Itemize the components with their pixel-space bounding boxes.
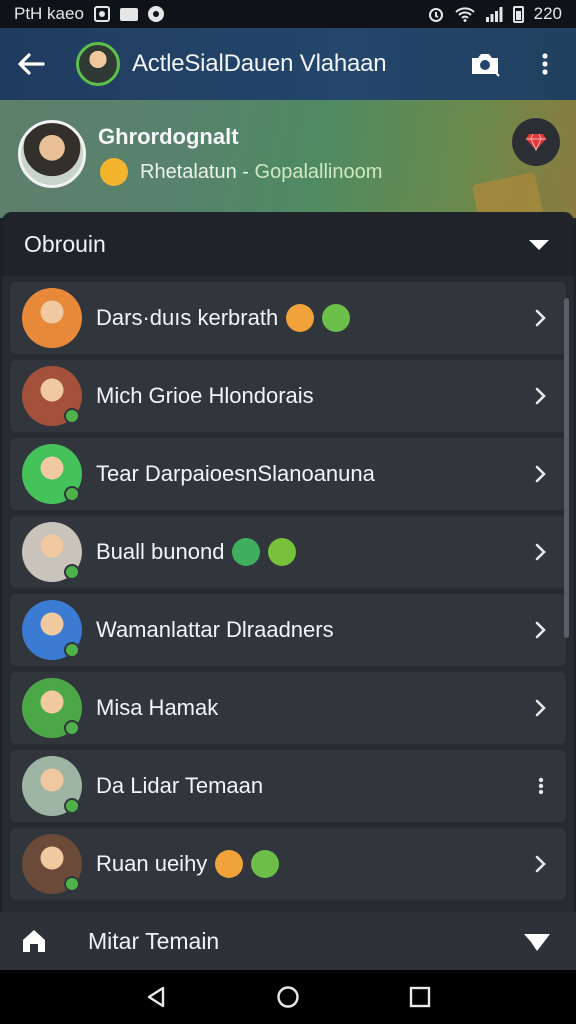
notification-dot-icon [147, 6, 164, 22]
scrollbar[interactable] [564, 298, 569, 638]
more-vert-icon [542, 53, 548, 75]
contact-row[interactable]: Wamanlattar Dlraadners [10, 594, 566, 666]
battery-icon [512, 5, 524, 23]
screenshot-icon [93, 6, 110, 22]
contact-row[interactable]: Buall bunond [10, 516, 566, 588]
profile-banner: Ghrordognalt Rhetalatun - Gopalallinoom [0, 100, 576, 218]
ruby-icon [526, 133, 546, 151]
emoji-icon [322, 304, 351, 332]
system-nav-bar [0, 970, 576, 1024]
contact-row[interactable]: Dars·duıs kerbrath [10, 282, 566, 354]
nav-back-icon[interactable] [145, 986, 167, 1008]
camera-button[interactable] [468, 47, 502, 81]
profile-subtitle-main: Rhetalatun [140, 161, 237, 183]
caret-down-icon [529, 240, 549, 250]
emoji-icon [215, 850, 244, 878]
more-options-button[interactable] [528, 47, 562, 81]
verified-check-icon [64, 408, 80, 424]
screen: PtH kaeo 220 ActleSialDauen Vlahaan Ghro… [0, 0, 576, 1024]
status-time: 220 [533, 4, 562, 23]
status-bar: PtH kaeo 220 [0, 0, 576, 28]
verified-check-icon [64, 876, 80, 892]
chevron-right-icon[interactable] [534, 308, 548, 328]
section-header[interactable]: Obrouin [2, 212, 574, 276]
app-bar: ActleSialDauen Vlahaan [0, 28, 576, 100]
signal-icon [485, 7, 503, 22]
back-button[interactable] [14, 47, 48, 81]
contact-avatar [22, 678, 82, 738]
back-arrow-icon [18, 53, 45, 75]
chevron-right-icon[interactable] [534, 854, 548, 874]
status-right: 220 [427, 4, 562, 24]
section-title: Obrouin [24, 230, 106, 257]
profile-subtitle: Rhetalatun - Gopalallinoom [140, 161, 382, 184]
profile-subtitle-separator: - [236, 161, 255, 183]
status-carrier-text: PtH kaeo [14, 4, 84, 23]
chevron-right-icon[interactable] [534, 542, 548, 562]
emoji-icon [232, 538, 261, 566]
contact-row[interactable]: Ruan ueihy [10, 828, 566, 900]
profile-name: Ghrordognalt [98, 124, 239, 149]
contact-avatar [22, 834, 82, 894]
mail-icon [119, 7, 138, 21]
verified-check-icon [64, 798, 80, 814]
contact-name: Tear DarpaioesnSlanoanuna [96, 461, 375, 486]
alarm-icon [428, 8, 443, 22]
contact-name: Misa Hamak [96, 695, 219, 720]
chevron-right-icon[interactable] [534, 386, 548, 406]
contact-name: Dars·duıs kerbrath [96, 305, 279, 330]
group-avatar[interactable] [76, 42, 120, 86]
camera-icon [472, 54, 500, 77]
contact-list: Dars·duıs kerbrath Mich Grioe Hlondorais T… [2, 276, 574, 900]
wifi-icon [454, 7, 475, 22]
chevron-right-icon[interactable] [534, 698, 548, 718]
contact-avatar [22, 288, 82, 348]
emoji-icon [251, 850, 280, 878]
contact-row[interactable]: Misa Hamak [10, 672, 566, 744]
contact-name: Da Lidar Temaan [96, 773, 264, 798]
nav-home-icon[interactable] [276, 985, 300, 1009]
emoji-icon [286, 304, 315, 332]
chevron-right-icon[interactable] [534, 464, 548, 484]
contact-name: Wamanlattar Dlraadners [96, 617, 334, 642]
nav-recents-icon[interactable] [409, 986, 431, 1008]
contact-avatar [22, 444, 82, 504]
app-actions [468, 47, 562, 81]
contact-row[interactable]: Mich Grioe Hlondorais [10, 360, 566, 432]
fold-icon[interactable] [522, 930, 552, 952]
badge-button[interactable] [512, 118, 560, 166]
contact-name: Ruan ueihy [96, 851, 208, 876]
contact-avatar [22, 600, 82, 660]
verified-check-icon [64, 486, 80, 502]
contact-avatar [22, 522, 82, 582]
contact-avatar [22, 366, 82, 426]
bottom-label[interactable]: Mitar Temain [88, 928, 219, 955]
profile-subtitle-accent: Gopalallinoom [254, 161, 383, 183]
contact-name: Mich Grioe Hlondorais [96, 383, 314, 408]
home-icon[interactable] [20, 927, 48, 955]
chevron-right-icon[interactable] [534, 620, 548, 640]
contact-card: Obrouin Dars·duıs kerbrath Mich Grioe Hlo… [2, 212, 574, 912]
emoji-icon [268, 538, 297, 566]
contact-name: Buall bunond [96, 539, 225, 564]
contact-row[interactable]: Tear DarpaioesnSlanoanuna [10, 438, 566, 510]
app-title: ActleSialDauen Vlahaan [132, 50, 387, 77]
verified-check-icon [64, 564, 80, 580]
verified-check-icon [64, 642, 80, 658]
contact-avatar [22, 756, 82, 816]
more-vert-icon[interactable] [534, 776, 548, 796]
smile-emoji-icon [100, 158, 128, 186]
bottom-bar: Mitar Temain [0, 912, 576, 970]
profile-avatar[interactable] [18, 120, 86, 188]
verified-check-icon [64, 720, 80, 736]
status-left: PtH kaeo [14, 4, 164, 24]
contact-row[interactable]: Da Lidar Temaan [10, 750, 566, 822]
